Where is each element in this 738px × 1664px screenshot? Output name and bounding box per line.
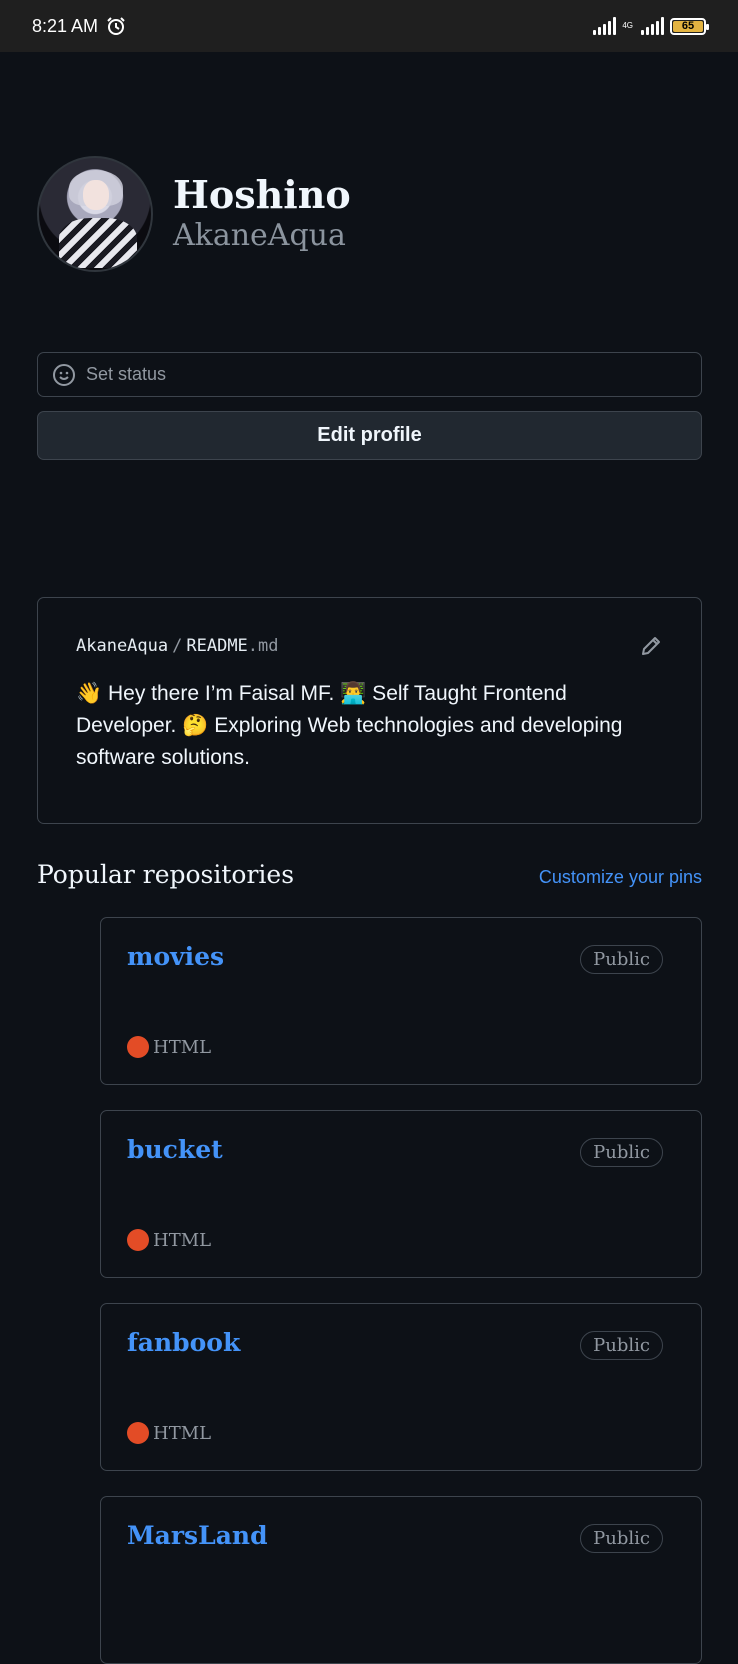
- repo-language: HTML: [127, 1229, 211, 1251]
- set-status-button[interactable]: Set status: [37, 352, 702, 397]
- visibility-badge: Public: [580, 945, 663, 974]
- popular-repos-title: Popular repositories: [37, 860, 295, 889]
- readme-separator: /: [172, 636, 183, 656]
- signal-icon-2: [641, 17, 664, 35]
- language-color-dot: [127, 1422, 149, 1444]
- visibility-badge: Public: [580, 1331, 663, 1360]
- repo-name[interactable]: bucket: [127, 1135, 223, 1164]
- repo-card[interactable]: bucket Public HTML: [100, 1110, 702, 1278]
- readme-card: AkaneAqua / README.md 👋 Hey there I’m Fais…: [37, 597, 702, 824]
- clock-time: 8:21 AM: [32, 15, 99, 36]
- language-color-dot: [127, 1229, 149, 1251]
- status-bar: 8:21 AM 4G 65: [0, 0, 738, 52]
- profile-names: Hoshino AkaneAqua: [173, 173, 351, 255]
- edit-profile-button[interactable]: Edit profile: [37, 411, 702, 460]
- status-bar-right: 4G 65: [593, 17, 709, 35]
- language-name: HTML: [153, 1422, 212, 1444]
- customize-pins-link[interactable]: Customize your pins: [539, 867, 702, 888]
- repo-card[interactable]: movies Public HTML: [100, 917, 702, 1085]
- display-name: Hoshino: [173, 172, 351, 217]
- language-name: HTML: [153, 1229, 212, 1251]
- network-type-label: 4G: [622, 22, 633, 30]
- set-status-label: Set status: [86, 364, 167, 384]
- username: AkaneAqua: [173, 218, 346, 253]
- signal-icon: [593, 17, 617, 35]
- visibility-badge: Public: [580, 1138, 663, 1167]
- readme-body: 👋 Hey there I’m Faisal MF. 👨‍💻 Self Taug…: [76, 682, 623, 769]
- language-name: HTML: [153, 1036, 212, 1058]
- status-bar-left: 8:21 AM: [32, 16, 126, 37]
- readme-file: README: [186, 636, 248, 656]
- readme-ext: .md: [247, 636, 279, 656]
- repo-card[interactable]: MarsLand Public: [100, 1496, 702, 1664]
- visibility-badge: Public: [580, 1524, 663, 1553]
- popular-repos-header: Popular repositories Customize your pins: [37, 860, 702, 889]
- repo-name[interactable]: fanbook: [127, 1328, 240, 1357]
- repo-name[interactable]: MarsLand: [127, 1521, 268, 1550]
- readme-path[interactable]: AkaneAqua / README.md: [76, 636, 279, 656]
- repo-language: HTML: [127, 1422, 211, 1444]
- repo-card[interactable]: fanbook Public HTML: [100, 1303, 702, 1471]
- language-color-dot: [127, 1036, 149, 1058]
- repo-name[interactable]: movies: [127, 942, 224, 971]
- smiley-icon: [53, 363, 75, 386]
- readme-header: AkaneAqua / README.md: [76, 634, 663, 658]
- pencil-icon[interactable]: [639, 634, 663, 658]
- alarm-icon: [107, 17, 125, 35]
- avatar[interactable]: [37, 156, 153, 272]
- repo-language: HTML: [127, 1036, 211, 1058]
- battery-icon: 65: [670, 17, 709, 35]
- battery-level: 65: [681, 20, 695, 32]
- network-type: 4G: [622, 21, 633, 30]
- profile-header: Hoshino AkaneAqua: [37, 156, 351, 272]
- readme-owner: AkaneAqua: [76, 636, 169, 656]
